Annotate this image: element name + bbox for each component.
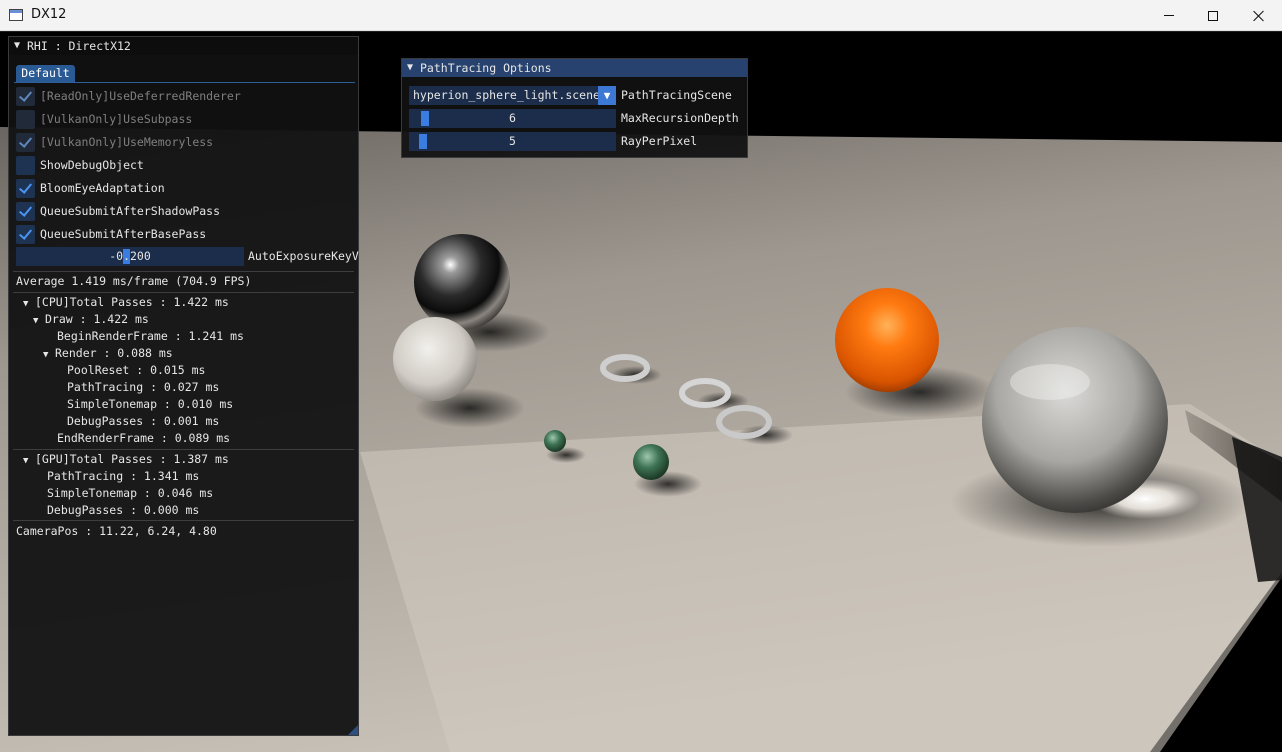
maximize-icon [1208,10,1218,21]
cpu-begin-render-frame: BeginRenderFrame : 1.241 ms [57,329,244,343]
checkbox-label: [ReadOnly]UseDeferredRenderer [40,89,241,103]
slider-grab-handle[interactable] [419,134,427,149]
close-icon [1253,10,1265,22]
pathtracing-panel-title: PathTracing Options [420,61,552,75]
checkbox-box[interactable] [16,133,35,152]
pathtracing-panel-title-bar[interactable]: ▼ PathTracing Options [402,59,747,77]
pathtracing-scene-dropdown[interactable]: hyperion_sphere_light.scene ▼ [409,86,616,105]
cpu-debug-passes: DebugPasses : 0.001 ms [67,414,220,428]
divider [13,271,354,272]
cpu-draw-node[interactable]: ▼ Draw : 1.422 ms [33,311,149,328]
tree-node-label: [GPU]Total Passes : 1.387 ms [35,452,229,466]
tab-default[interactable]: Default [16,65,75,82]
ray-per-pixel-slider[interactable]: 5 [409,132,616,151]
app-window-icon [9,9,23,21]
collapse-arrow-icon[interactable]: ▼ [407,59,413,77]
tree-expand-arrow-icon[interactable]: ▼ [43,347,55,364]
tab-bar: Default [14,63,355,83]
checkbox-label: [VulkanOnly]UseMemoryless [40,135,214,149]
tree-expand-arrow-icon[interactable]: ▼ [33,313,45,330]
cpu-render-node[interactable]: ▼ Render : 0.088 ms [43,345,173,362]
checkbox-label: [VulkanOnly]UseSubpass [40,112,193,126]
cpu-path-tracing: PathTracing : 0.027 ms [67,380,220,394]
minimize-icon [1164,15,1174,16]
cpu-total-passes-node[interactable]: ▼ [CPU]Total Passes : 1.422 ms [23,294,229,311]
cpu-pool-reset: PoolReset : 0.015 ms [67,363,206,377]
checkbox-box[interactable] [16,87,35,106]
tree-expand-arrow-icon[interactable]: ▼ [23,453,35,470]
cpu-simple-tonemap: SimpleTonemap : 0.010 ms [67,397,234,411]
gpu-simple-tonemap: SimpleTonemap : 0.046 ms [47,486,214,500]
ray-per-pixel-label: RayPerPixel [621,134,698,148]
divider [13,449,354,450]
max-recursion-depth-label: MaxRecursionDepth [621,111,739,125]
chevron-down-icon[interactable]: ▼ [598,86,616,105]
slider-value: 5 [509,134,516,148]
rhi-panel[interactable]: ▼ RHI : DirectX12 Default [ReadOnly]UseD… [8,36,359,736]
checkbox-label: QueueSubmitAfterBasePass [40,227,207,241]
checkbox-label: BloomEyeAdaptation [40,181,165,195]
rhi-panel-title: RHI : DirectX12 [27,39,131,53]
divider [13,292,354,293]
auto-exposure-key-label: AutoExposureKeyV [248,249,359,263]
gpu-path-tracing: PathTracing : 1.341 ms [47,469,200,483]
slider-value: 6 [509,111,516,125]
dropdown-selected-value: hyperion_sphere_light.scene [413,88,600,102]
window-title: DX12 [31,7,67,22]
maximize-button[interactable] [1190,0,1236,31]
rhi-panel-title-bar[interactable]: ▼ RHI : DirectX12 [9,37,358,55]
checkbox-label: ShowDebugObject [40,158,144,172]
checkbox-box[interactable] [16,179,35,198]
pathtracing-options-panel[interactable]: ▼ PathTracing Options hyperion_sphere_li… [401,58,748,158]
cpu-end-render-frame: EndRenderFrame : 0.089 ms [57,431,231,445]
resize-grip-icon[interactable] [348,725,358,735]
checkbox-box[interactable] [16,156,35,175]
checkbox-box[interactable] [16,202,35,221]
tree-node-label: Draw : 1.422 ms [45,312,149,326]
gpu-debug-passes: DebugPasses : 0.000 ms [47,503,200,517]
max-recursion-depth-slider[interactable]: 6 [409,109,616,128]
gpu-total-passes-node[interactable]: ▼ [GPU]Total Passes : 1.387 ms [23,451,229,468]
collapse-arrow-icon[interactable]: ▼ [14,37,20,55]
window-title-bar[interactable]: DX12 [0,0,1282,31]
checkbox-box[interactable] [16,110,35,129]
slider-grab-handle[interactable] [421,111,429,126]
average-frame-time: Average 1.419 ms/frame (704.9 FPS) [16,274,252,288]
tree-node-label: Render : 0.088 ms [55,346,173,360]
minimize-button[interactable] [1146,0,1192,31]
auto-exposure-key-slider[interactable]: -0.200 [16,247,244,266]
checkbox-label: QueueSubmitAfterShadowPass [40,204,221,218]
divider [13,520,354,521]
close-button[interactable] [1236,0,1282,31]
pathtracing-scene-label: PathTracingScene [621,88,732,102]
camera-position: CameraPos : 11.22, 6.24, 4.80 [16,524,217,538]
tree-node-label: [CPU]Total Passes : 1.422 ms [35,295,229,309]
slider-value: -0.200 [109,249,151,263]
checkbox-box[interactable] [16,225,35,244]
